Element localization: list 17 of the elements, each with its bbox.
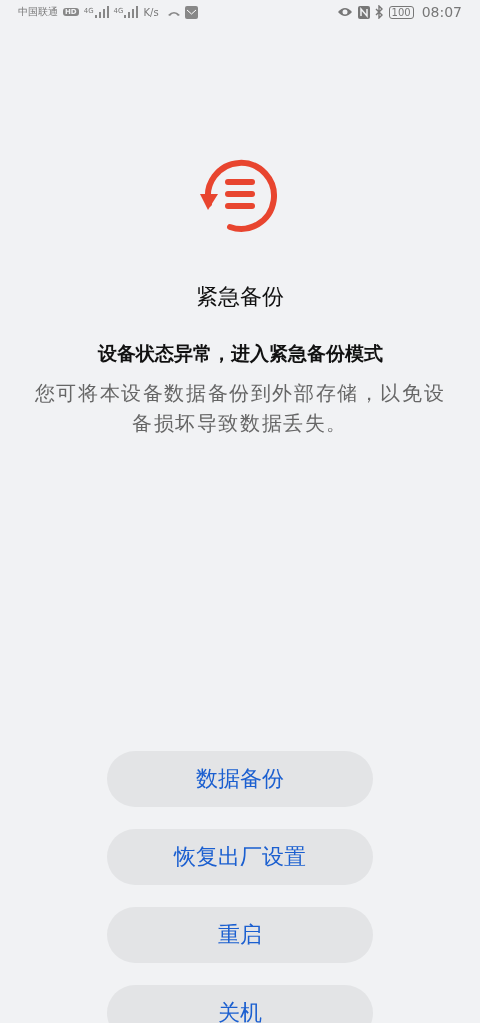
status-message: 设备状态异常，进入紧急备份模式	[97, 341, 383, 366]
action-button[interactable]: 关机	[107, 985, 373, 1023]
page-title: 紧急备份	[196, 284, 284, 310]
nfc-icon	[357, 5, 370, 19]
signal-icon	[124, 6, 139, 18]
mail-icon	[184, 5, 198, 19]
speed-unit: K/s	[143, 6, 159, 18]
action-button[interactable]: 恢复出厂设置	[107, 829, 373, 885]
action-button[interactable]: 重启	[107, 907, 373, 963]
signal-icon	[94, 6, 109, 18]
action-button[interactable]: 数据备份	[107, 751, 373, 807]
eye-icon	[336, 6, 353, 18]
description: 您可将本设备数据备份到外部存储，以免设备损坏导致数据丢失。	[33, 380, 447, 437]
carrier-name: 中国联通	[18, 5, 58, 19]
bluetooth-icon	[374, 5, 384, 19]
battery-level: 100	[388, 5, 414, 19]
clock-time: 08:07	[421, 4, 462, 20]
